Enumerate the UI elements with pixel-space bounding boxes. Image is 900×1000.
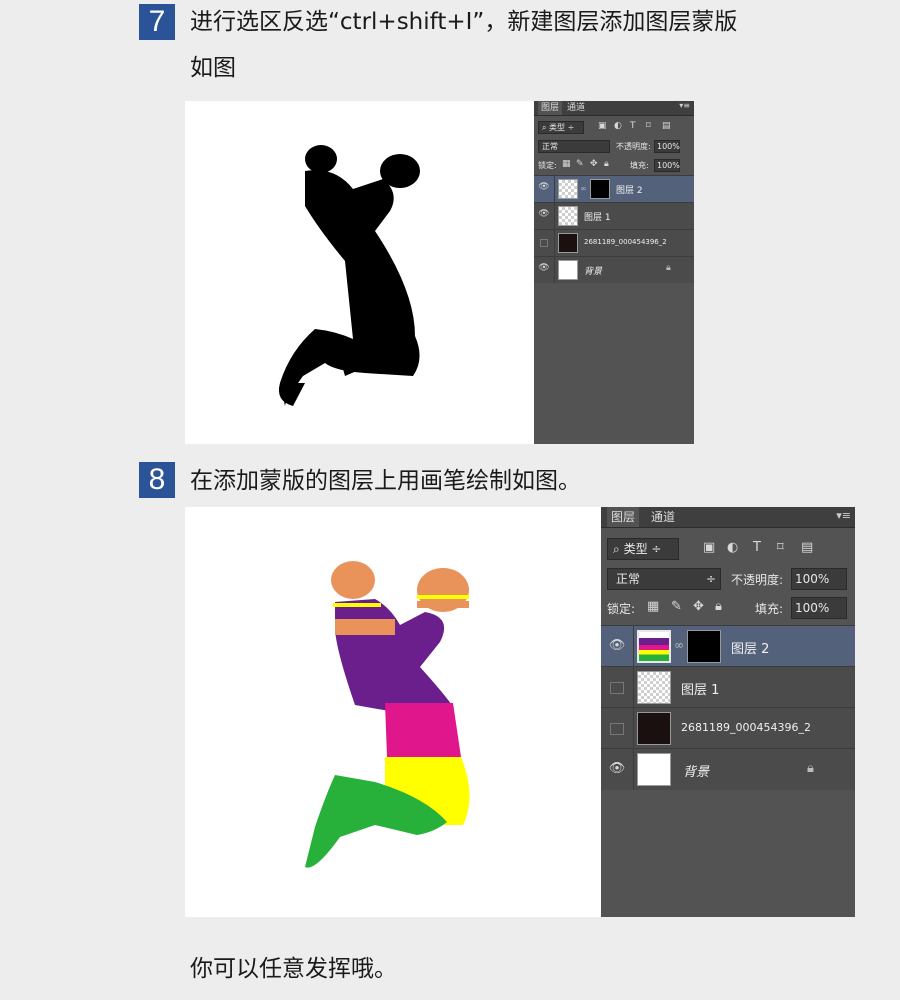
lock-transparent-icon[interactable]: ▦ [647,599,659,614]
layers-empty-area [601,790,855,917]
layer-thumbnail [637,753,671,786]
layer-name: 2681189_000454396_2 [584,238,667,246]
lock-paint-icon[interactable]: ✎ [671,599,682,614]
step-8-text: 在添加蒙版的图层上用画笔绘制如图。 [190,468,581,494]
filter-shape-icon[interactable]: ⌑ [646,121,651,131]
lock-paint-icon[interactable]: ✎ [576,159,584,169]
step-7-badge: 7 [139,4,175,40]
eye-icon[interactable]: 👁︎ [607,761,627,776]
layer-thumbnail [558,260,578,280]
fill-field[interactable]: 100% [654,159,680,172]
filter-smart-icon[interactable]: ▤ [662,121,671,131]
mask-thumbnail [687,630,721,663]
lock-move-icon[interactable]: ✥ [590,159,598,169]
layer-row-2[interactable]: 👁︎ ∞ 图层 2 [534,175,694,202]
lock-move-icon[interactable]: ✥ [693,599,704,614]
layer-name: 背景 [584,267,603,277]
step-8-badge: 8 [139,462,175,498]
footer-note: 你可以任意发挥哦。 [190,956,397,982]
lock-all-icon[interactable]: 🔒︎ [604,159,609,169]
filter-type-icon[interactable]: T [753,540,761,555]
chain-link-icon: ∞ [674,638,684,652]
layer-thumbnail [558,179,578,199]
eye-icon[interactable]: 👁︎ [607,638,627,653]
lock-all-icon[interactable]: 🔒︎ [715,599,722,614]
step-8-screenshot: 图层 通道 ▾≡ ⌕ 类型 ÷ ▣ ◐ T ⌑ ▤ 正常 ÷ 不透明度: 100%… [185,507,855,917]
opacity-label: 不透明度: [731,573,784,587]
tab-layers[interactable]: 图层 [607,507,640,527]
lock-label: 锁定: [538,161,557,170]
panel-menu-icon[interactable]: ▾≡ [679,101,690,110]
step-8-layers-panel: 图层 通道 ▾≡ ⌕ 类型 ÷ ▣ ◐ T ⌑ ▤ 正常 ÷ 不透明度: 100%… [601,507,855,917]
step-8-canvas [185,507,600,917]
lock-icon: 🔒︎ [666,263,671,273]
tab-channels[interactable]: 通道 [647,507,679,527]
lock-label: 锁定: [607,602,636,616]
mask-thumbnail [590,179,610,199]
layer-thumbnail-painted [637,630,671,663]
step-7-text-line2: 如图 [190,55,236,81]
silhouette-black [278,145,420,406]
search-icon: ⌕ [542,123,547,132]
layer-thumbnail [558,233,578,253]
eye-off-icon[interactable] [607,720,627,738]
eye-icon[interactable]: 👁︎ [537,263,551,273]
layer-row-background[interactable]: 👁︎ 背景 🔒︎ [534,256,694,283]
filter-kind-select[interactable]: ⌕ 类型 ÷ [538,121,584,134]
layer-thumbnail [637,671,671,704]
layer-name: 图层 1 [681,683,720,698]
fill-label: 填充: [755,602,784,616]
silhouette-colored [305,561,470,868]
opacity-label: 不透明度: [616,142,651,151]
filter-smart-icon[interactable]: ▤ [801,540,813,555]
lock-icon: 🔒︎ [807,761,814,776]
blend-mode-select[interactable]: 正常 ÷ [607,568,721,590]
opacity-field[interactable]: 100% [654,140,680,153]
step-7-canvas [185,101,533,444]
fill-label: 填充: [630,161,649,170]
step-7-screenshot: 图层 通道 ▾≡ ⌕ 类型 ÷ ▣ ◐ T ⌑ ▤ 正常 不透明度: 100% … [185,101,694,444]
layer-row-2[interactable]: 👁︎ ∞ 图层 2 [601,625,855,666]
filter-kind-select[interactable]: ⌕ 类型 ÷ [607,538,679,560]
eye-icon[interactable]: 👁︎ [537,209,551,219]
eye-off-icon[interactable] [607,679,627,697]
filter-adjust-icon[interactable]: ◐ [614,121,622,131]
lock-transparent-icon[interactable]: ▦ [562,159,571,169]
search-icon: ⌕ [613,542,620,556]
tab-channels[interactable]: 通道 [564,101,588,115]
layer-name: 2681189_000454396_2 [681,721,811,734]
eye-off-icon[interactable] [537,236,551,250]
layer-name: 图层 2 [731,642,770,657]
layer-row-photo[interactable]: 2681189_000454396_2 [601,707,855,748]
filter-image-icon[interactable]: ▣ [703,540,715,555]
blend-mode-select[interactable]: 正常 [538,140,610,153]
layer-row-background[interactable]: 👁︎ 背景 🔒︎ [601,748,855,790]
filter-image-icon[interactable]: ▣ [598,121,607,131]
layer-row-photo[interactable]: 2681189_000454396_2 [534,229,694,256]
eye-icon[interactable]: 👁︎ [537,182,551,192]
filter-adjust-icon[interactable]: ◐ [727,540,738,555]
filter-type-icon[interactable]: T [630,121,636,131]
filter-shape-icon[interactable]: ⌑ [777,540,784,555]
layer-row-1[interactable]: 图层 1 [601,666,855,707]
chain-link-icon: ∞ [580,184,587,193]
layer-thumbnail [637,712,671,745]
panel-menu-icon[interactable]: ▾≡ [836,509,851,522]
step-7-text-line1: 进行选区反选“ctrl+shift+I”，新建图层添加图层蒙版 [190,9,738,35]
opacity-field[interactable]: 100% [791,568,847,590]
layer-thumbnail [558,206,578,226]
tab-layers[interactable]: 图层 [538,101,563,115]
step-7-layers-panel: 图层 通道 ▾≡ ⌕ 类型 ÷ ▣ ◐ T ⌑ ▤ 正常 不透明度: 100% … [534,101,694,444]
fill-field[interactable]: 100% [791,597,847,619]
layer-name: 背景 [683,765,710,780]
layer-name: 图层 1 [584,213,611,223]
layer-row-1[interactable]: 👁︎ 图层 1 [534,202,694,229]
layer-name: 图层 2 [616,186,643,196]
